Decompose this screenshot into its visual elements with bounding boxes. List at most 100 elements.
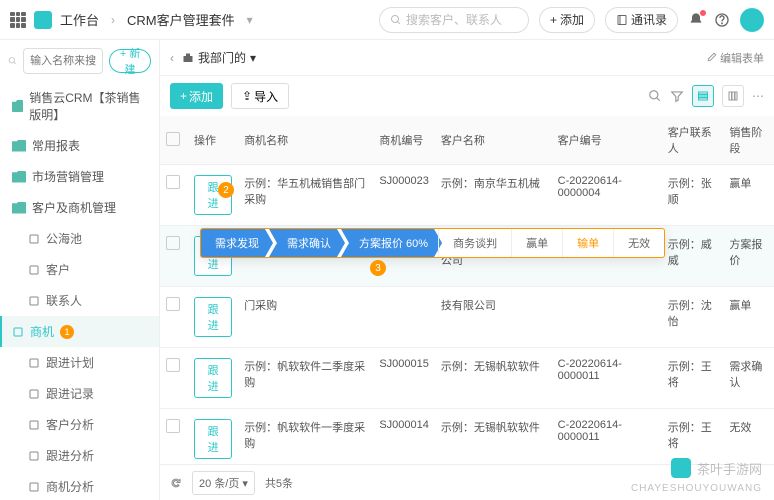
breadcrumb-suite[interactable]: CRM客户管理套件 xyxy=(127,10,235,29)
pipeline-stage-2[interactable]: 方案报价 60% xyxy=(341,229,442,257)
col-header-4: 客户名称 xyxy=(435,116,552,165)
book-icon xyxy=(616,14,628,26)
select-all-checkbox[interactable] xyxy=(166,132,180,146)
cell-contact: 示例：张顺 xyxy=(662,165,724,226)
sidebar-item-6[interactable]: 联系人 xyxy=(0,285,159,316)
breadcrumb-sep: › xyxy=(111,13,115,27)
search-placeholder: 搜索客户、联系人 xyxy=(406,11,502,28)
pipeline-stage-1[interactable]: 需求确认 xyxy=(269,229,345,257)
cell-stage: 需求确认 xyxy=(723,348,774,409)
sidebar-item-9[interactable]: 跟进记录 xyxy=(0,378,159,409)
user-avatar[interactable] xyxy=(740,8,764,32)
follow-button[interactable]: 跟进 xyxy=(194,297,232,337)
sidebar: + 新建 销售云CRM【茶销售版明】常用报表市场营销管理客户及商机管理公海池客户… xyxy=(0,40,160,500)
cell-stage: 方案报价 xyxy=(723,226,774,287)
sidebar-item-11[interactable]: 跟进分析 xyxy=(0,440,159,471)
contacts-button[interactable]: 通讯录 xyxy=(605,7,678,33)
follow-button[interactable]: 跟进 xyxy=(194,419,232,459)
view-list-button[interactable] xyxy=(692,85,714,107)
row-checkbox[interactable] xyxy=(166,236,180,250)
item-icon xyxy=(28,388,40,400)
row-checkbox[interactable] xyxy=(166,419,180,433)
cell-code: SJ000014 xyxy=(373,409,435,465)
pipeline-stage-6[interactable]: 无效 xyxy=(613,229,664,257)
total-count: 共5条 xyxy=(265,475,293,491)
sidebar-item-3[interactable]: 客户及商机管理 xyxy=(0,192,159,223)
refresh-icon[interactable] xyxy=(170,477,182,489)
cell-contact: 示例：威威 xyxy=(662,226,724,287)
item-icon xyxy=(28,264,40,276)
search-icon[interactable] xyxy=(648,89,662,103)
collapse-sidebar-icon[interactable]: ‹ xyxy=(170,51,174,65)
chevron-down-icon[interactable]: ▾ xyxy=(247,13,253,27)
row-checkbox[interactable] xyxy=(166,297,180,311)
item-icon xyxy=(28,450,40,462)
pencil-icon xyxy=(707,52,717,62)
annotation-badge-3: 3 xyxy=(370,260,386,276)
table-row[interactable]: 跟进示例：帆软软件一季度采购SJ000014示例：无锡帆软软件C-2022061… xyxy=(160,409,774,465)
sidebar-search-input[interactable] xyxy=(23,48,103,74)
sidebar-item-7[interactable]: 商机1 xyxy=(0,316,159,347)
cell-contact: 示例：王将 xyxy=(662,409,724,465)
col-header-2: 商机名称 xyxy=(238,116,373,165)
notifications-icon[interactable] xyxy=(688,12,704,28)
follow-button[interactable]: 跟进 xyxy=(194,358,232,398)
cell-ccode: C-20220614-0000004 xyxy=(552,165,662,226)
global-search[interactable]: 搜索客户、联系人 xyxy=(379,7,529,33)
sidebar-item-10[interactable]: 客户分析 xyxy=(0,409,159,440)
sidebar-item-1[interactable]: 常用报表 xyxy=(0,130,159,161)
col-header-1: 操作 xyxy=(188,116,238,165)
sidebar-item-2[interactable]: 市场营销管理 xyxy=(0,161,159,192)
cell-cust: 示例：无锡帆软软件 xyxy=(435,409,552,465)
header-add-button[interactable]: + 添加 xyxy=(539,7,595,33)
edit-form-link[interactable]: 编辑表单 xyxy=(707,50,764,66)
row-checkbox[interactable] xyxy=(166,358,180,372)
app-header: 工作台 › CRM客户管理套件 ▾ 搜索客户、联系人 + 添加 通讯录 xyxy=(0,0,774,40)
cell-stage: 无效 xyxy=(723,409,774,465)
cell-code xyxy=(373,287,435,348)
pipeline-stage-0[interactable]: 需求发现 xyxy=(201,229,273,257)
annotation-badge-2: 2 xyxy=(218,182,234,198)
item-icon xyxy=(12,326,24,338)
import-button[interactable]: ⇪ 导入 xyxy=(231,83,289,109)
pipeline-stage-3[interactable]: 商务谈判 xyxy=(438,229,511,257)
sidebar-item-12[interactable]: 商机分析 xyxy=(0,471,159,500)
department-selector[interactable]: 我部门的 ▾ xyxy=(182,49,256,66)
app-logo xyxy=(34,11,52,29)
pipeline-stage-5[interactable]: 输单 xyxy=(562,229,613,257)
sidebar-item-8[interactable]: 跟进计划 xyxy=(0,347,159,378)
main-content: ‹ 我部门的 ▾ 编辑表单 + 添加 ⇪ 导入 ⋯ xyxy=(160,40,774,500)
apps-grid-icon[interactable] xyxy=(10,12,26,28)
help-icon[interactable] xyxy=(714,12,730,28)
cell-stage: 赢单 xyxy=(723,165,774,226)
sidebar-item-4[interactable]: 公海池 xyxy=(0,223,159,254)
sidebar-item-0[interactable]: 销售云CRM【茶销售版明】 xyxy=(0,82,159,130)
search-icon xyxy=(390,14,402,26)
sidebar-item-5[interactable]: 客户 xyxy=(0,254,159,285)
table-row[interactable]: 跟进示例：帆软软件二季度采购SJ000015示例：无锡帆软软件C-2022061… xyxy=(160,348,774,409)
more-icon[interactable]: ⋯ xyxy=(752,89,764,103)
view-column-button[interactable] xyxy=(722,85,744,107)
item-icon xyxy=(28,419,40,431)
search-icon xyxy=(8,55,17,67)
cell-cust: 示例：无锡帆软软件 xyxy=(435,348,552,409)
cell-name: 门采购 xyxy=(238,287,373,348)
cell-contact: 示例：王将 xyxy=(662,348,724,409)
breadcrumb-workbench[interactable]: 工作台 xyxy=(60,10,99,29)
col-header-6: 客户联系人 xyxy=(662,116,724,165)
table-row[interactable]: 跟进门采购技有限公司示例：沈怡赢单 xyxy=(160,287,774,348)
col-header-7: 销售阶段 xyxy=(723,116,774,165)
add-record-button[interactable]: + 添加 xyxy=(170,83,223,109)
item-icon xyxy=(28,481,40,493)
badge: 1 xyxy=(60,325,74,339)
new-button[interactable]: + 新建 xyxy=(109,49,151,73)
row-checkbox[interactable] xyxy=(166,175,180,189)
folder-icon xyxy=(12,202,26,214)
col-header-5: 客户编号 xyxy=(552,116,662,165)
page-size-select[interactable]: 20 条/页 ▾ xyxy=(192,471,255,495)
col-header-3: 商机编号 xyxy=(373,116,435,165)
table-row[interactable]: 跟进示例：华五机械销售部门采购SJ000023示例：南京华五机械C-202206… xyxy=(160,165,774,226)
pipeline-stage-4[interactable]: 赢单 xyxy=(511,229,562,257)
item-icon xyxy=(28,295,40,307)
filter-icon[interactable] xyxy=(670,89,684,103)
